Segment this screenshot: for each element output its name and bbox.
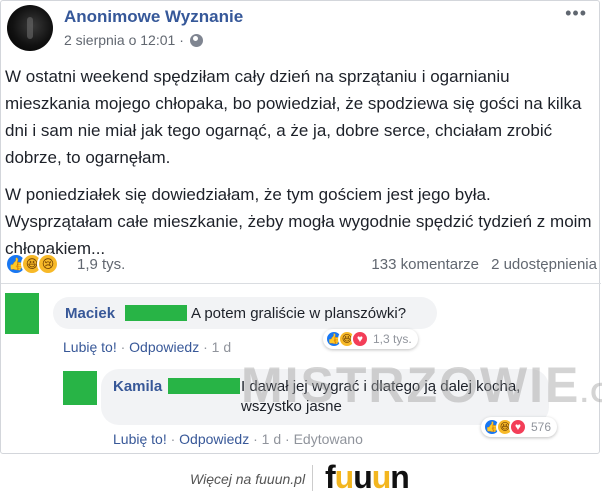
comment-text: A potem graliście w planszówki?	[191, 305, 407, 322]
comment-actions: Lubię to! · Odpowiedz · 1 d	[63, 339, 232, 355]
post-author[interactable]: Anonimowe Wyznanie	[64, 7, 243, 27]
avatar[interactable]	[63, 371, 97, 405]
reply-link[interactable]: Odpowiedz	[179, 431, 249, 447]
watermark: MISTRZOWIE.ORG	[241, 357, 602, 413]
comment-reactions-count: 1,3 tys.	[373, 332, 412, 346]
edited-label[interactable]: Edytowano	[294, 431, 363, 447]
comments-count[interactable]: 133 komentarze	[371, 256, 479, 273]
censored-name	[125, 305, 187, 321]
comment-time[interactable]: 1 d	[212, 339, 231, 355]
footer: Więcej na fuuun.pl fuuun	[0, 455, 602, 499]
reply-link[interactable]: Odpowiedz	[129, 339, 199, 355]
love-reaction-icon: ♥	[509, 418, 527, 436]
comment-time[interactable]: 1 d	[262, 431, 281, 447]
comment-author[interactable]: Maciek	[65, 304, 115, 324]
love-reaction-icon: ♥	[351, 330, 369, 348]
comment-actions: Lubię to! · Odpowiedz · 1 d · Edytowano	[113, 431, 363, 447]
fuuun-logo[interactable]: fuuun	[325, 459, 410, 496]
page-avatar[interactable]	[7, 5, 53, 51]
shares-count[interactable]: 2 udostępnienia	[491, 256, 597, 273]
reactions-bar: 👍 😆 😢 1,9 tys. 133 komentarze 2 udostępn…	[5, 253, 597, 277]
reactions-count[interactable]: 1,9 tys.	[77, 256, 125, 273]
like-link[interactable]: Lubię to!	[63, 339, 117, 355]
footer-tagline[interactable]: Więcej na fuuun.pl	[190, 471, 305, 487]
post-paragraph: W ostatni weekend spędziłam cały dzień n…	[5, 67, 582, 167]
post-card: Anonimowe Wyznanie 2 sierpnia o 12:01 · …	[0, 0, 602, 454]
post-date[interactable]: 2 sierpnia o 12:01 ·	[64, 32, 184, 48]
post-menu-button[interactable]: •••	[565, 3, 587, 24]
post-body: W ostatni weekend spędziłam cały dzień n…	[5, 63, 595, 272]
globe-icon	[189, 33, 203, 47]
comment-reactions-count: 576	[531, 420, 552, 434]
comment-author[interactable]: Kamila	[113, 377, 162, 397]
divider	[1, 283, 601, 284]
comment-reactions[interactable]: 👍 😆 ♥ 1,3 tys.	[323, 329, 418, 349]
comment-reactions[interactable]: 👍 😆 ♥ 576	[481, 417, 558, 437]
sad-reaction-icon: 😢	[37, 253, 59, 275]
divider	[312, 465, 313, 491]
avatar[interactable]	[5, 293, 39, 334]
post-meta: 2 sierpnia o 12:01 ·	[64, 32, 203, 48]
like-link[interactable]: Lubię to!	[113, 431, 167, 447]
reaction-icons[interactable]: 👍 😆 😢	[5, 253, 59, 275]
post-paragraph: W poniedziałek się dowiedziałam, że tym …	[5, 185, 592, 258]
censored-name	[168, 378, 240, 394]
comment-bubble: Maciek A potem graliście w planszówki?	[53, 297, 437, 329]
